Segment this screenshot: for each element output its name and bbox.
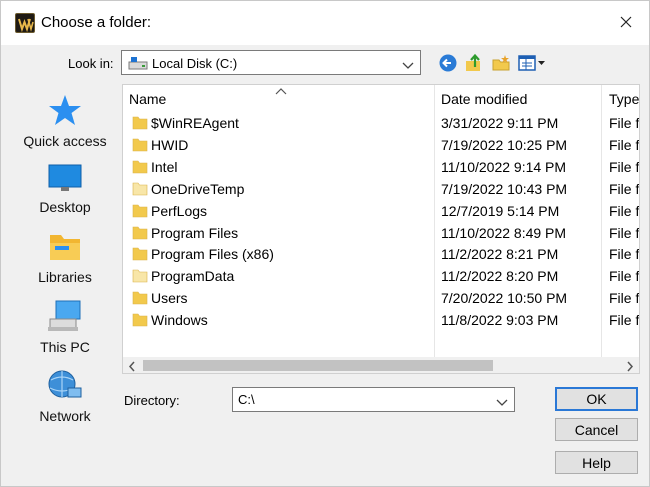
place-label: Libraries xyxy=(38,269,92,285)
scroll-right-icon[interactable] xyxy=(626,360,634,373)
file-date-modified: 3/31/2022 9:11 PM xyxy=(441,115,559,131)
file-name: $WinREAgent xyxy=(151,115,239,131)
app-logo-icon xyxy=(15,13,35,33)
column-header-type[interactable]: Type xyxy=(609,85,639,113)
file-row[interactable]: HWID 7/19/2022 10:25 PM File folder xyxy=(123,134,639,156)
dialog-title: Choose a folder: xyxy=(41,14,152,31)
directory-value[interactable]: C:\ xyxy=(238,392,255,407)
file-name: PerfLogs xyxy=(151,202,208,219)
file-name: Intel xyxy=(151,158,178,175)
file-date-modified: 11/10/2022 9:14 PM xyxy=(441,158,567,175)
desktop-icon xyxy=(15,163,115,196)
file-date-modified: 11/2/2022 8:20 PM xyxy=(441,268,559,285)
close-icon xyxy=(620,16,632,28)
chevron-down-icon[interactable] xyxy=(496,395,508,410)
cancel-button[interactable]: Cancel xyxy=(555,418,638,441)
file-date-modified: 7/20/2022 10:50 PM xyxy=(441,290,568,307)
look-in-value: Local Disk (C:) xyxy=(152,56,238,71)
folder-icon xyxy=(132,203,148,221)
file-type: File folder xyxy=(609,180,639,197)
file-name: Windows xyxy=(151,312,208,329)
file-name: HWID xyxy=(151,136,189,153)
file-name: Program Files (x86) xyxy=(151,246,274,263)
file-name: OneDriveTemp xyxy=(151,180,245,197)
place-label: Quick access xyxy=(23,133,107,149)
file-name: Program Files xyxy=(151,224,239,241)
directory-label: Directory: xyxy=(124,393,180,408)
file-type: File folder xyxy=(609,268,639,285)
file-type: File folder xyxy=(609,202,639,219)
close-button[interactable] xyxy=(613,9,639,35)
ok-button[interactable]: OK xyxy=(555,387,638,411)
file-row[interactable]: PerfLogs 12/7/2019 5:14 PM File folder xyxy=(123,200,639,222)
place-network[interactable]: Network xyxy=(15,368,115,424)
quick-access-star-icon xyxy=(15,93,115,130)
file-row[interactable]: ProgramData 11/2/2022 8:20 PM File folder xyxy=(123,265,639,287)
place-this-pc[interactable]: This PC xyxy=(15,299,115,355)
sort-ascending-icon xyxy=(275,85,287,98)
place-label: Network xyxy=(39,408,91,424)
file-type: File folder xyxy=(609,136,639,153)
file-date-modified: 7/19/2022 10:43 PM xyxy=(441,180,568,197)
file-list: Name Date modified Type $WinREAgent 3/31/… xyxy=(122,84,640,374)
file-date-modified: 11/2/2022 8:21 PM xyxy=(441,246,559,263)
file-name: ProgramData xyxy=(151,268,235,285)
choose-folder-dialog: Choose a folder: Look in: Local Disk (C:… xyxy=(0,0,650,487)
look-in-dropdown[interactable]: Local Disk (C:) xyxy=(121,50,421,75)
place-libraries[interactable]: Libraries xyxy=(15,231,115,285)
file-type: File folder xyxy=(609,290,639,307)
file-row[interactable]: Intel 11/10/2022 9:14 PM File folder xyxy=(123,156,639,178)
file-date-modified: 7/19/2022 10:25 PM xyxy=(441,136,568,153)
file-row[interactable]: Users 7/20/2022 10:50 PM File folder xyxy=(123,287,639,309)
file-row[interactable]: Program Files 11/10/2022 8:49 PM File fold… xyxy=(123,222,639,244)
folder-icon xyxy=(132,312,148,330)
folder-icon xyxy=(132,268,148,286)
column-header-name[interactable]: Name xyxy=(129,85,166,113)
help-button[interactable]: Help xyxy=(555,451,638,474)
file-row[interactable]: $WinREAgent 3/31/2022 9:11 PM File folder xyxy=(123,112,639,134)
place-quick-access[interactable]: Quick access xyxy=(15,93,115,149)
folder-icon xyxy=(132,246,148,264)
file-type: File folder xyxy=(609,224,639,241)
file-row[interactable]: OneDriveTemp 7/19/2022 10:43 PM File folde… xyxy=(123,178,639,200)
folder-icon xyxy=(132,159,148,177)
file-row[interactable]: Windows 11/8/2022 9:03 PM File folder xyxy=(123,309,639,331)
horizontal-scrollbar[interactable] xyxy=(123,357,639,373)
title-bar: Choose a folder: xyxy=(1,1,649,45)
libraries-icon xyxy=(15,231,115,266)
file-name: Users xyxy=(151,290,188,307)
chevron-down-icon xyxy=(402,58,414,73)
up-folder-icon[interactable] xyxy=(464,53,484,73)
file-date-modified: 11/8/2022 9:03 PM xyxy=(441,312,559,329)
folder-icon xyxy=(132,137,148,155)
folder-icon xyxy=(132,181,148,199)
scrollbar-thumb[interactable] xyxy=(143,360,493,371)
file-date-modified: 11/10/2022 8:49 PM xyxy=(441,224,567,241)
look-in-label: Look in: xyxy=(68,56,114,71)
place-desktop[interactable]: Desktop xyxy=(15,163,115,215)
directory-combobox[interactable]: C:\ xyxy=(232,387,515,412)
place-label: Desktop xyxy=(39,199,91,215)
file-type: File folder xyxy=(609,158,639,175)
folder-icon xyxy=(132,225,148,243)
network-icon xyxy=(15,368,115,405)
places-bar: Quick access Desktop Libraries This PC N… xyxy=(15,85,115,435)
file-type: File folder xyxy=(609,115,639,131)
new-folder-icon[interactable] xyxy=(491,53,511,73)
view-menu-icon[interactable] xyxy=(517,53,547,73)
place-label: This PC xyxy=(40,339,90,355)
drive-icon xyxy=(128,56,148,73)
folder-icon xyxy=(132,290,148,308)
file-type: File folder xyxy=(609,312,639,329)
back-icon[interactable] xyxy=(438,53,458,73)
this-pc-icon xyxy=(15,299,115,336)
scroll-left-icon[interactable] xyxy=(128,360,136,373)
column-header-date[interactable]: Date modified xyxy=(441,85,527,113)
file-date-modified: 12/7/2019 5:14 PM xyxy=(441,202,560,219)
file-type: File folder xyxy=(609,246,639,263)
folder-icon xyxy=(132,115,148,133)
file-row[interactable]: Program Files (x86) 11/2/2022 8:21 PM File… xyxy=(123,243,639,265)
